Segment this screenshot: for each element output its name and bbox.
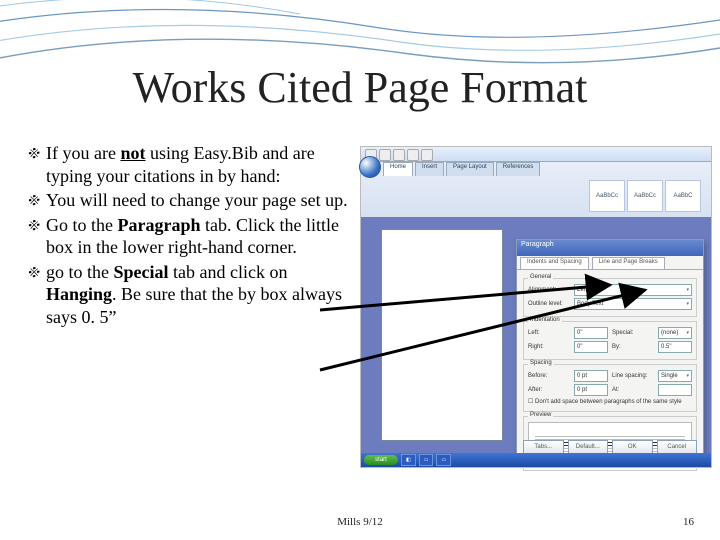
bullet-item: ፠ Go to the Paragraph tab. Click the lit… <box>28 214 348 259</box>
word-screenshot: Home Insert Page Layout References AaBbC… <box>360 146 712 468</box>
outline-label: Outline level: <box>528 301 570 307</box>
taskbar-item: ◧ <box>401 454 416 466</box>
bullet-marker: ፠ <box>28 261 46 329</box>
taskbar-item: ▭ <box>419 454 434 466</box>
group-spacing: Before: 0 pt Line spacing: Single After:… <box>523 364 697 412</box>
cancel-button: Cancel <box>657 440 698 454</box>
by-spin: 0.5" <box>658 341 692 353</box>
bullet-item: ፠ go to the Special tab and click on Han… <box>28 261 348 329</box>
dialog-tab-indents: Indents and Spacing <box>520 257 589 269</box>
at-label: At: <box>612 387 654 393</box>
bullet-marker: ፠ <box>28 189 46 212</box>
slide-number: 16 <box>683 516 694 528</box>
left-label: Left: <box>528 330 570 336</box>
tabs-button: Tabs... <box>523 440 564 454</box>
left-spin: 0" <box>574 327 608 339</box>
tab-insert: Insert <box>415 162 444 176</box>
after-label: After: <box>528 387 570 393</box>
before-spin: 0 pt <box>574 370 608 382</box>
alignment-select: Left <box>574 284 692 296</box>
office-button-icon <box>359 156 381 178</box>
dialog-title: Paragraph <box>517 240 703 256</box>
footer-author: Mills 9/12 <box>0 516 720 528</box>
ribbon-tabs: Home Insert Page Layout References <box>383 162 540 176</box>
special-select: (none) <box>658 327 692 339</box>
right-label: Right: <box>528 344 570 350</box>
special-label: Special: <box>612 330 654 336</box>
group-indentation: Left: 0" Special: (none) Right: 0" By: 0… <box>523 321 697 360</box>
same-style-checkbox: ☐ Don't add space between paragraphs of … <box>528 398 692 405</box>
bullet-text: go to the Special tab and click on Hangi… <box>46 261 348 329</box>
paragraph-dialog: Paragraph Indents and Spacing Line and P… <box>516 239 704 459</box>
tab-page-layout: Page Layout <box>446 162 494 176</box>
document-page <box>381 229 503 441</box>
styles-gallery: AaBbCc AaBbCc AaBbC <box>589 180 701 212</box>
dialog-tabs: Indents and Spacing Line and Page Breaks <box>517 256 703 270</box>
tab-references: References <box>496 162 541 176</box>
default-button: Default... <box>568 440 609 454</box>
at-spin <box>658 384 692 396</box>
bullet-text: Go to the Paragraph tab. Click the littl… <box>46 214 348 259</box>
outline-select: Body Text <box>574 298 692 310</box>
bullet-item: ፠ If you are not using Easy.Bib and are … <box>28 142 348 187</box>
tab-home: Home <box>383 162 413 176</box>
bullet-marker: ፠ <box>28 214 46 259</box>
taskbar: start ◧ ▭ ▭ <box>361 453 711 467</box>
before-label: Before: <box>528 373 570 379</box>
bullet-text: If you are not using Easy.Bib and are ty… <box>46 142 348 187</box>
dialog-tab-linebreaks: Line and Page Breaks <box>592 257 665 269</box>
slide-title: Works Cited Page Format <box>0 62 720 113</box>
bullet-text: You will need to change your page set up… <box>46 189 348 212</box>
ribbon: Home Insert Page Layout References AaBbC… <box>361 162 711 219</box>
after-spin: 0 pt <box>574 384 608 396</box>
ok-button: OK <box>612 440 653 454</box>
linespacing-select: Single <box>658 370 692 382</box>
right-spin: 0" <box>574 341 608 353</box>
alignment-label: Alignment: <box>528 287 570 293</box>
bullet-item: ፠ You will need to change your page set … <box>28 189 348 212</box>
taskbar-item: ▭ <box>436 454 451 466</box>
linespacing-label: Line spacing: <box>612 373 654 379</box>
start-button: start <box>364 455 398 465</box>
by-label: By: <box>612 344 654 350</box>
group-general: Alignment: Left Outline level: Body Text <box>523 278 697 317</box>
bullet-marker: ፠ <box>28 142 46 187</box>
bullet-list: ፠ If you are not using Easy.Bib and are … <box>28 142 348 330</box>
